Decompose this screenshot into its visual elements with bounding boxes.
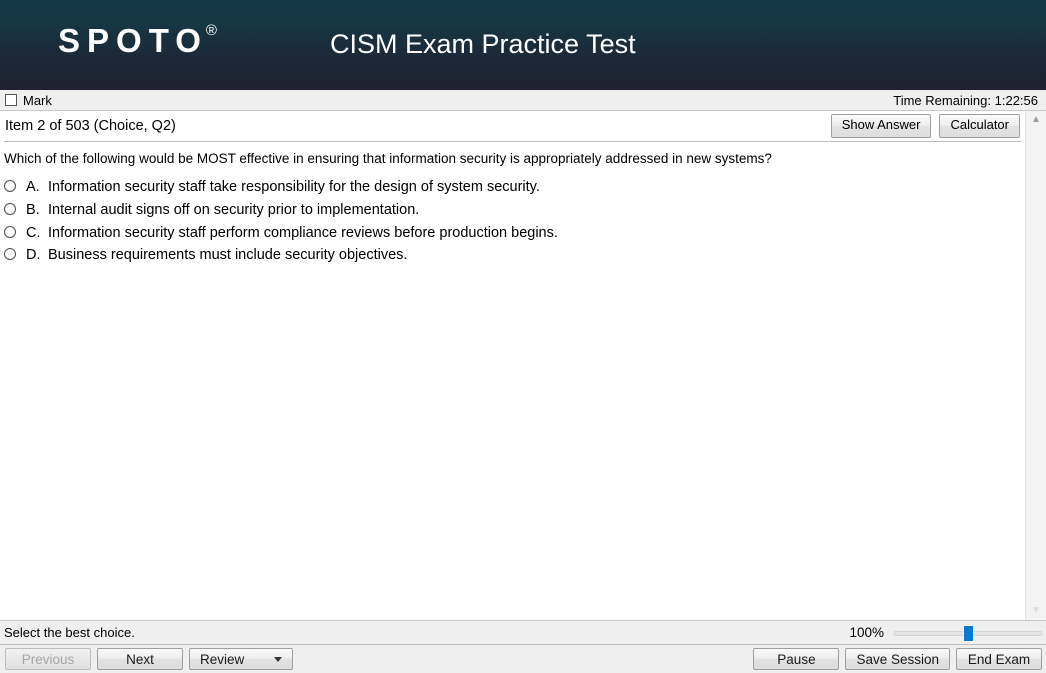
choice-letter-d: D. [26, 247, 41, 264]
choice-text-a: Information security staff take responsi… [48, 179, 540, 196]
pause-button[interactable]: Pause [753, 648, 840, 670]
zoom-level-label: 100% [849, 625, 884, 640]
registered-trademark-icon: ® [205, 22, 217, 39]
scroll-down-icon[interactable]: ▼ [1026, 602, 1046, 620]
choice-option-b[interactable]: B. Internal audit signs off on security … [4, 202, 1020, 219]
mark-checkbox[interactable] [5, 94, 17, 106]
session-buttons: Pause Save Session End Exam [753, 648, 1042, 670]
choice-text-d: Business requirements must include secur… [48, 247, 408, 264]
save-session-button[interactable]: Save Session [845, 648, 950, 670]
radio-icon-d[interactable] [4, 248, 16, 261]
time-remaining: Time Remaining: 1:22:56 [893, 92, 1038, 108]
chevron-down-icon [274, 656, 282, 662]
exam-app-window: SPOTO® CISM Exam Practice Test Mark Time… [0, 0, 1046, 673]
zoom-slider[interactable] [894, 624, 1042, 642]
radio-icon-c[interactable] [4, 225, 16, 238]
calculator-button[interactable]: Calculator [939, 114, 1020, 138]
choice-option-c[interactable]: C. Information security staff perform co… [4, 225, 1020, 242]
scroll-up-icon[interactable]: ▲ [1026, 111, 1046, 129]
choice-list: A. Information security staff take respo… [4, 179, 1020, 264]
app-banner: SPOTO® CISM Exam Practice Test [0, 0, 1046, 90]
question-scrollbar[interactable]: ▲ ▼ [1025, 111, 1046, 620]
spoto-logo: SPOTO® [58, 22, 219, 59]
end-exam-button[interactable]: End Exam [956, 648, 1042, 670]
zoom-slider-thumb[interactable] [962, 624, 974, 642]
item-counter: Item 2 of 503 (Choice, Q2) [5, 118, 176, 134]
page-title: CISM Exam Practice Test [330, 29, 636, 59]
status-bar: Select the best choice. 100% [0, 620, 1046, 645]
review-button[interactable]: Review [189, 648, 293, 670]
choice-letter-b: B. [26, 201, 40, 218]
radio-icon-b[interactable] [4, 202, 16, 215]
question-area: Which of the following would be MOST eff… [0, 142, 1026, 620]
scrollbar-track[interactable] [1026, 129, 1046, 602]
show-answer-button[interactable]: Show Answer [830, 114, 932, 138]
review-button-label: Review [200, 651, 245, 667]
mark-timer-bar: Mark Time Remaining: 1:22:56 [0, 90, 1046, 111]
item-header-bar: Item 2 of 503 (Choice, Q2) Show Answer C… [0, 111, 1026, 141]
logo-text: SPOTO [58, 22, 208, 59]
mark-label: Mark [23, 92, 52, 108]
navigation-buttons: Previous Next Review [5, 648, 293, 670]
next-button[interactable]: Next [97, 648, 183, 670]
question-text: Which of the following would be MOST eff… [4, 151, 772, 166]
mark-checkbox-group[interactable]: Mark [5, 93, 52, 108]
choice-option-d[interactable]: D. Business requirements must include se… [4, 247, 1020, 264]
radio-icon-a[interactable] [4, 180, 16, 193]
choice-letter-a: A. [26, 179, 40, 196]
question-panel: Item 2 of 503 (Choice, Q2) Show Answer C… [0, 111, 1026, 620]
status-hint: Select the best choice. [4, 625, 135, 640]
choice-text-b: Internal audit signs off on security pri… [48, 201, 420, 218]
choice-option-a[interactable]: A. Information security staff take respo… [4, 179, 1020, 196]
choice-letter-c: C. [26, 224, 41, 241]
bottom-toolbar: Previous Next Review Pause Save Session … [0, 645, 1046, 673]
zoom-control[interactable]: 100% [849, 624, 1042, 642]
choice-text-c: Information security staff perform compl… [48, 224, 558, 241]
item-actions: Show Answer Calculator [830, 114, 1020, 138]
previous-button[interactable]: Previous [5, 648, 91, 670]
exam-body: Item 2 of 503 (Choice, Q2) Show Answer C… [0, 111, 1046, 620]
